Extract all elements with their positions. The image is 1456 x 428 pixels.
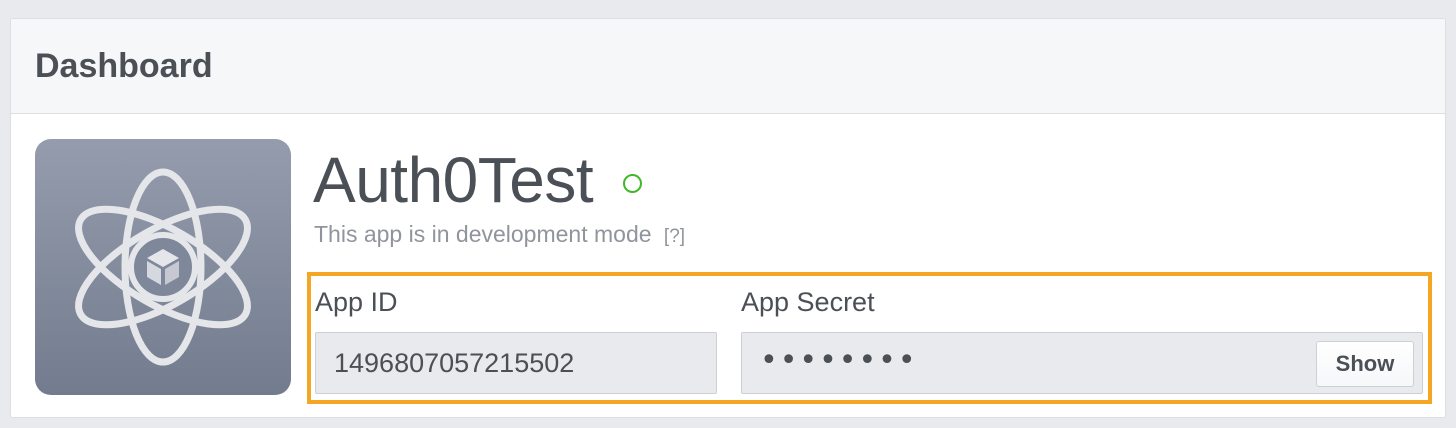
card-header [11,19,1445,114]
status-indicator-icon [623,174,642,193]
app-id-value: 1496807057215502 [334,348,575,378]
app-name: Auth0Test [313,144,594,216]
dashboard-card: Dashboard Auth0Test This app is in devel… [10,18,1446,418]
app-id-field[interactable]: 1496807057215502 [315,332,717,394]
page-title: Dashboard [35,47,213,85]
mode-text: This app is in development mode [314,221,652,247]
show-secret-button[interactable]: Show [1316,341,1414,387]
help-link[interactable]: [?] [664,226,685,247]
app-icon [35,139,291,395]
app-secret-value: •••••••• [760,343,918,378]
mode-text-row: This app is in development mode [?] [314,221,685,248]
app-secret-label: App Secret [741,287,875,317]
app-id-label: App ID [315,287,398,317]
app-secret-field[interactable]: •••••••• Show [741,332,1423,394]
atom-cube-icon [75,168,251,366]
